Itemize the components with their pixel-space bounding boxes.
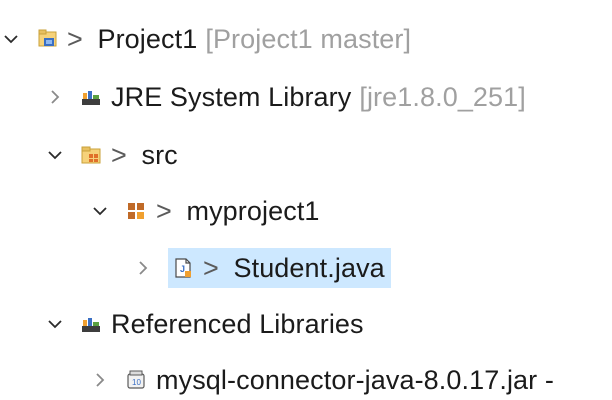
tree-item-label: Referenced Libraries xyxy=(111,309,364,340)
project-name: Project1 xyxy=(97,23,198,54)
git-branch-decoration: [Project1 master] xyxy=(205,23,412,54)
git-outgoing-marker: > xyxy=(156,195,180,226)
tree-item-label: > Project1 [Project1 master] xyxy=(67,24,411,55)
selection-highlight[interactable]: J > Student.java xyxy=(168,248,391,288)
source-folder-name: src xyxy=(141,139,178,170)
library-icon xyxy=(80,313,102,335)
source-folder-icon xyxy=(80,144,102,166)
git-outgoing-marker: > xyxy=(111,139,135,170)
tree-item-label: mysql-connector-java-8.0.17.jar - xyxy=(156,365,554,396)
jre-library-name: JRE System Library xyxy=(111,81,352,112)
tree-item-jre-system-library[interactable]: JRE System Library [jre1.8.0_251] xyxy=(44,77,526,117)
git-outgoing-marker: > xyxy=(203,252,227,283)
project-explorer-tree: > Project1 [Project1 master] JRE System L… xyxy=(0,0,612,395)
chevron-down-icon[interactable] xyxy=(44,144,66,166)
tree-item-student-java[interactable]: J > Student.java xyxy=(132,248,391,288)
tree-item-mysql-connector-jar[interactable]: 10 mysql-connector-java-8.0.17.jar - xyxy=(89,360,554,400)
tree-item-label: > Student.java xyxy=(203,253,385,284)
package-icon xyxy=(125,200,147,222)
tree-item-package-myproject1[interactable]: > myproject1 xyxy=(89,191,320,231)
library-icon xyxy=(80,86,102,108)
referenced-libraries-name: Referenced Libraries xyxy=(111,308,364,339)
svg-text:10: 10 xyxy=(132,378,141,387)
tree-item-project1[interactable]: > Project1 [Project1 master] xyxy=(0,19,411,59)
tree-item-label: > src xyxy=(111,140,178,171)
jre-version-decoration: [jre1.8.0_251] xyxy=(359,81,526,112)
tree-item-referenced-libraries[interactable]: Referenced Libraries xyxy=(44,304,364,344)
project-icon xyxy=(36,28,58,50)
tree-item-label: JRE System Library [jre1.8.0_251] xyxy=(111,82,526,113)
svg-text:J: J xyxy=(180,264,185,274)
jar-icon: 10 xyxy=(125,369,147,391)
java-file-name: Student.java xyxy=(233,252,385,283)
chevron-right-icon[interactable] xyxy=(44,86,66,108)
package-name: myproject1 xyxy=(186,195,320,226)
jar-file-name: mysql-connector-java-8.0.17.jar - xyxy=(156,364,554,395)
java-file-icon: J xyxy=(172,257,194,279)
chevron-right-icon[interactable] xyxy=(132,257,154,279)
tree-item-label: > myproject1 xyxy=(156,196,320,227)
git-outgoing-marker: > xyxy=(67,23,91,54)
chevron-down-icon[interactable] xyxy=(44,313,66,335)
tree-item-src[interactable]: > src xyxy=(44,135,178,175)
chevron-down-icon[interactable] xyxy=(89,200,111,222)
chevron-right-icon[interactable] xyxy=(89,369,111,391)
chevron-down-icon[interactable] xyxy=(0,28,22,50)
